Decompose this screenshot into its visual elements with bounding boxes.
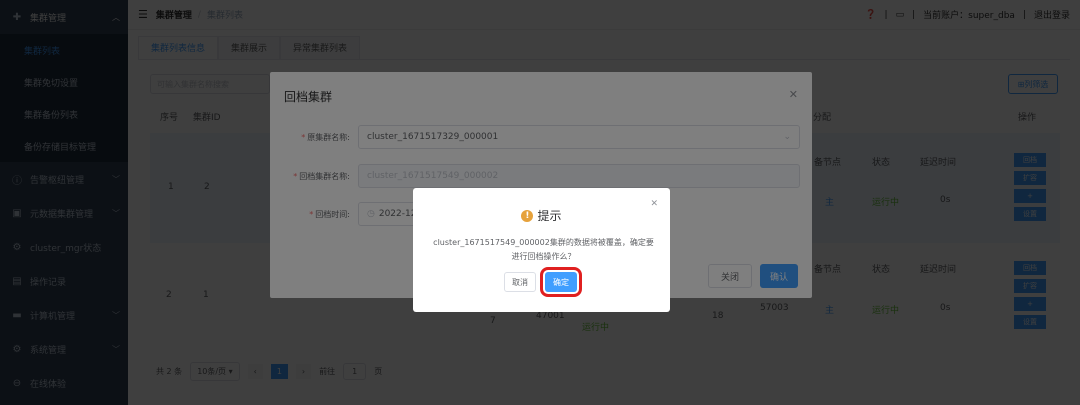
ok-button[interactable]: 确定	[540, 267, 582, 297]
msgbox-title-row: ! 提示	[413, 207, 670, 224]
close-icon[interactable]: ✕	[650, 199, 658, 209]
msgbox-title: 提示	[537, 209, 562, 223]
msgbox-message: cluster_1671517549_000002集群的数据将被覆盖，确定要进行…	[433, 238, 654, 261]
warning-icon: !	[521, 209, 534, 222]
confirm-message-box: ! 提示 ✕ cluster_1671517549_000002集群的数据将被覆…	[413, 188, 670, 312]
cancel-button[interactable]: 取消	[504, 272, 536, 292]
